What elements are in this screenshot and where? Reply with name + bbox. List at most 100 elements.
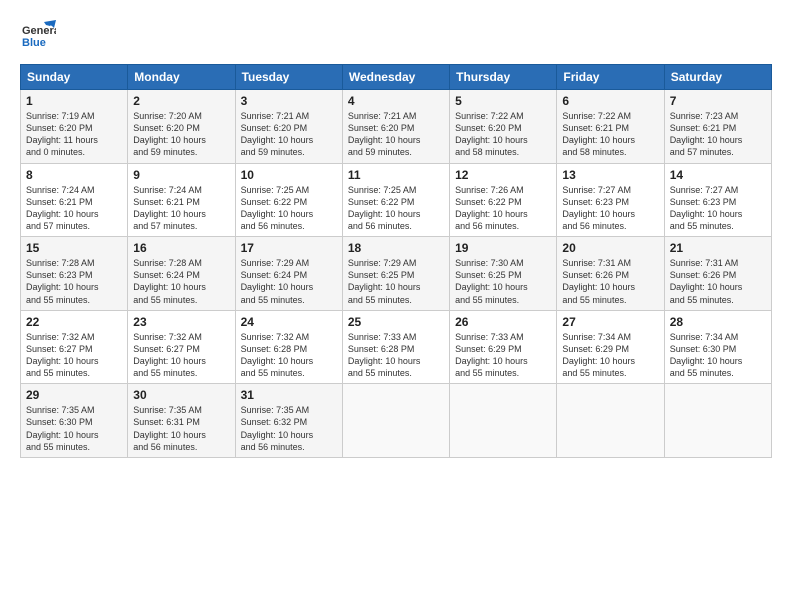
empty-cell: [557, 384, 664, 458]
day-number: 27: [562, 315, 658, 329]
day-number: 28: [670, 315, 766, 329]
day-number: 17: [241, 241, 337, 255]
day-number: 2: [133, 94, 229, 108]
day-cell-11: 11 Sunrise: 7:25 AMSunset: 6:22 PMDayligh…: [342, 163, 449, 237]
day-number: 11: [348, 168, 444, 182]
logo: General Blue: [20, 18, 56, 54]
day-cell-20: 20 Sunrise: 7:31 AMSunset: 6:26 PMDayligh…: [557, 237, 664, 311]
day-cell-2: 2 Sunrise: 7:20 AMSunset: 6:20 PMDaylight…: [128, 90, 235, 164]
day-cell-24: 24 Sunrise: 7:32 AMSunset: 6:28 PMDayligh…: [235, 310, 342, 384]
day-number: 10: [241, 168, 337, 182]
day-cell-3: 3 Sunrise: 7:21 AMSunset: 6:20 PMDaylight…: [235, 90, 342, 164]
dow-header-friday: Friday: [557, 65, 664, 90]
day-info: Sunrise: 7:21 AMSunset: 6:20 PMDaylight:…: [241, 110, 337, 159]
week-row-4: 22 Sunrise: 7:32 AMSunset: 6:27 PMDayligh…: [21, 310, 772, 384]
day-number: 24: [241, 315, 337, 329]
day-cell-1: 1 Sunrise: 7:19 AMSunset: 6:20 PMDaylight…: [21, 90, 128, 164]
day-number: 5: [455, 94, 551, 108]
day-info: Sunrise: 7:31 AMSunset: 6:26 PMDaylight:…: [670, 257, 766, 306]
day-info: Sunrise: 7:29 AMSunset: 6:24 PMDaylight:…: [241, 257, 337, 306]
day-info: Sunrise: 7:22 AMSunset: 6:21 PMDaylight:…: [562, 110, 658, 159]
day-info: Sunrise: 7:35 AMSunset: 6:32 PMDaylight:…: [241, 404, 337, 453]
day-info: Sunrise: 7:27 AMSunset: 6:23 PMDaylight:…: [562, 184, 658, 233]
day-number: 14: [670, 168, 766, 182]
day-info: Sunrise: 7:21 AMSunset: 6:20 PMDaylight:…: [348, 110, 444, 159]
day-info: Sunrise: 7:35 AMSunset: 6:31 PMDaylight:…: [133, 404, 229, 453]
day-number: 4: [348, 94, 444, 108]
day-cell-13: 13Sunrise: 7:27 AMSunset: 6:23 PMDayligh…: [557, 163, 664, 237]
day-info: Sunrise: 7:32 AMSunset: 6:28 PMDaylight:…: [241, 331, 337, 380]
day-number: 22: [26, 315, 122, 329]
day-info: Sunrise: 7:22 AMSunset: 6:20 PMDaylight:…: [455, 110, 551, 159]
day-cell-28: 28 Sunrise: 7:34 AMSunset: 6:30 PMDayligh…: [664, 310, 771, 384]
day-info: Sunrise: 7:32 AMSunset: 6:27 PMDaylight:…: [133, 331, 229, 380]
day-cell-25: 25Sunrise: 7:33 AMSunset: 6:28 PMDayligh…: [342, 310, 449, 384]
day-number: 3: [241, 94, 337, 108]
day-number: 31: [241, 388, 337, 402]
day-number: 20: [562, 241, 658, 255]
day-info: Sunrise: 7:34 AMSunset: 6:29 PMDaylight:…: [562, 331, 658, 380]
day-cell-23: 23 Sunrise: 7:32 AMSunset: 6:27 PMDayligh…: [128, 310, 235, 384]
day-cell-6: 6 Sunrise: 7:22 AMSunset: 6:21 PMDaylight…: [557, 90, 664, 164]
day-info: Sunrise: 7:29 AMSunset: 6:25 PMDaylight:…: [348, 257, 444, 306]
empty-cell: [342, 384, 449, 458]
day-number: 19: [455, 241, 551, 255]
day-cell-15: 15Sunrise: 7:28 AMSunset: 6:23 PMDayligh…: [21, 237, 128, 311]
day-cell-17: 17 Sunrise: 7:29 AMSunset: 6:24 PMDayligh…: [235, 237, 342, 311]
day-info: Sunrise: 7:34 AMSunset: 6:30 PMDaylight:…: [670, 331, 766, 380]
logo-icon: General Blue: [20, 18, 56, 54]
day-number: 9: [133, 168, 229, 182]
calendar-table: SundayMondayTuesdayWednesdayThursdayFrid…: [20, 64, 772, 458]
day-info: Sunrise: 7:20 AMSunset: 6:20 PMDaylight:…: [133, 110, 229, 159]
day-number: 23: [133, 315, 229, 329]
day-number: 16: [133, 241, 229, 255]
day-number: 12: [455, 168, 551, 182]
header: General Blue: [20, 18, 772, 54]
day-cell-22: 22 Sunrise: 7:32 AMSunset: 6:27 PMDayligh…: [21, 310, 128, 384]
day-number: 26: [455, 315, 551, 329]
day-info: Sunrise: 7:25 AMSunset: 6:22 PMDaylight:…: [348, 184, 444, 233]
day-cell-27: 27 Sunrise: 7:34 AMSunset: 6:29 PMDayligh…: [557, 310, 664, 384]
dow-header-wednesday: Wednesday: [342, 65, 449, 90]
calendar-body: 1 Sunrise: 7:19 AMSunset: 6:20 PMDaylight…: [21, 90, 772, 458]
day-cell-7: 7 Sunrise: 7:23 AMSunset: 6:21 PMDaylight…: [664, 90, 771, 164]
day-number: 21: [670, 241, 766, 255]
day-info: Sunrise: 7:25 AMSunset: 6:22 PMDaylight:…: [241, 184, 337, 233]
day-info: Sunrise: 7:31 AMSunset: 6:26 PMDaylight:…: [562, 257, 658, 306]
dow-header-sunday: Sunday: [21, 65, 128, 90]
day-number: 1: [26, 94, 122, 108]
day-info: Sunrise: 7:35 AMSunset: 6:30 PMDaylight:…: [26, 404, 122, 453]
empty-cell: [664, 384, 771, 458]
day-info: Sunrise: 7:27 AMSunset: 6:23 PMDaylight:…: [670, 184, 766, 233]
svg-text:General: General: [22, 25, 56, 37]
day-cell-4: 4 Sunrise: 7:21 AMSunset: 6:20 PMDaylight…: [342, 90, 449, 164]
day-info: Sunrise: 7:19 AMSunset: 6:20 PMDaylight:…: [26, 110, 122, 159]
day-info: Sunrise: 7:30 AMSunset: 6:25 PMDaylight:…: [455, 257, 551, 306]
day-cell-9: 9Sunrise: 7:24 AMSunset: 6:21 PMDaylight…: [128, 163, 235, 237]
day-cell-18: 18Sunrise: 7:29 AMSunset: 6:25 PMDayligh…: [342, 237, 449, 311]
day-cell-31: 31 Sunrise: 7:35 AMSunset: 6:32 PMDayligh…: [235, 384, 342, 458]
day-cell-14: 14 Sunrise: 7:27 AMSunset: 6:23 PMDayligh…: [664, 163, 771, 237]
days-of-week-row: SundayMondayTuesdayWednesdayThursdayFrid…: [21, 65, 772, 90]
day-info: Sunrise: 7:28 AMSunset: 6:24 PMDaylight:…: [133, 257, 229, 306]
day-number: 25: [348, 315, 444, 329]
week-row-1: 1 Sunrise: 7:19 AMSunset: 6:20 PMDaylight…: [21, 90, 772, 164]
day-cell-10: 10 Sunrise: 7:25 AMSunset: 6:22 PMDayligh…: [235, 163, 342, 237]
day-info: Sunrise: 7:23 AMSunset: 6:21 PMDaylight:…: [670, 110, 766, 159]
day-info: Sunrise: 7:33 AMSunset: 6:29 PMDaylight:…: [455, 331, 551, 380]
day-info: Sunrise: 7:24 AMSunset: 6:21 PMDaylight:…: [26, 184, 122, 233]
day-number: 30: [133, 388, 229, 402]
day-number: 6: [562, 94, 658, 108]
day-cell-29: 29 Sunrise: 7:35 AMSunset: 6:30 PMDayligh…: [21, 384, 128, 458]
week-row-5: 29 Sunrise: 7:35 AMSunset: 6:30 PMDayligh…: [21, 384, 772, 458]
day-number: 29: [26, 388, 122, 402]
day-number: 7: [670, 94, 766, 108]
week-row-2: 8Sunrise: 7:24 AMSunset: 6:21 PMDaylight…: [21, 163, 772, 237]
day-info: Sunrise: 7:26 AMSunset: 6:22 PMDaylight:…: [455, 184, 551, 233]
day-info: Sunrise: 7:32 AMSunset: 6:27 PMDaylight:…: [26, 331, 122, 380]
svg-text:Blue: Blue: [22, 37, 46, 49]
empty-cell: [450, 384, 557, 458]
day-cell-12: 12 Sunrise: 7:26 AMSunset: 6:22 PMDayligh…: [450, 163, 557, 237]
dow-header-saturday: Saturday: [664, 65, 771, 90]
day-info: Sunrise: 7:28 AMSunset: 6:23 PMDaylight:…: [26, 257, 122, 306]
